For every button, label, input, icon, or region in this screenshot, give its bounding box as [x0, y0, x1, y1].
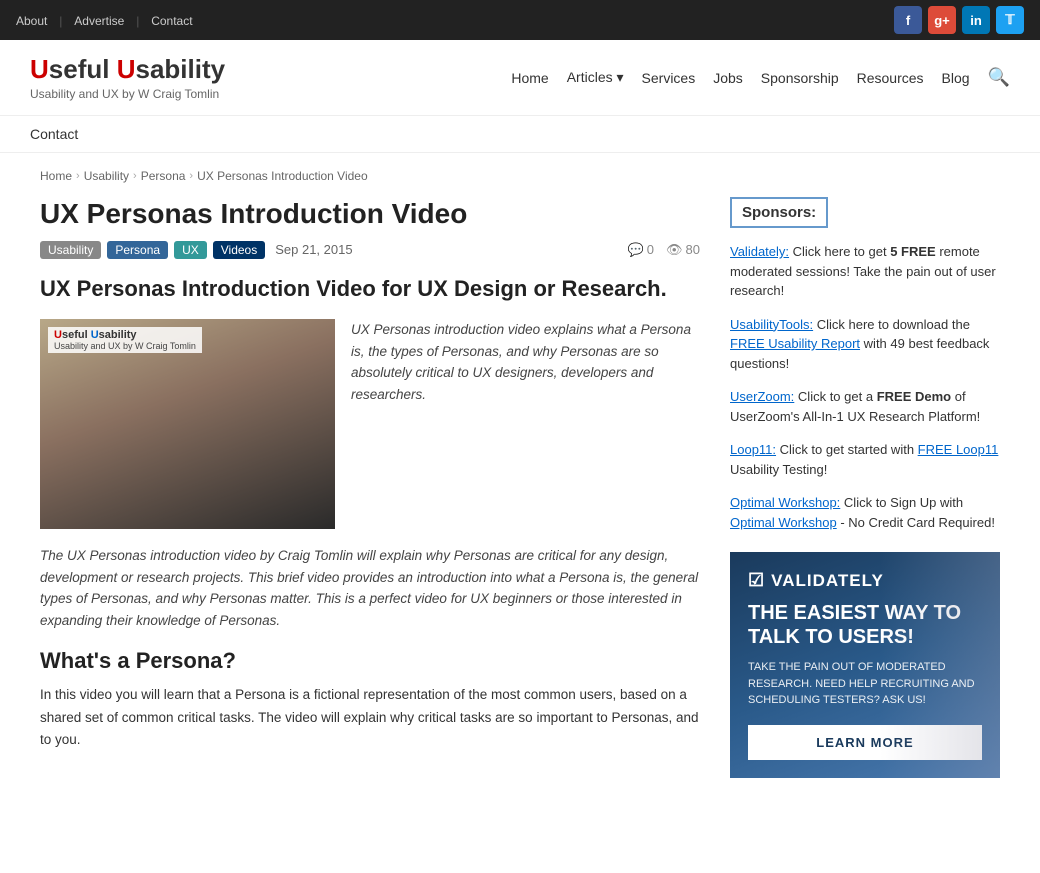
wm-sub: Usability and UX by W Craig Tomlin	[54, 341, 196, 351]
content-layout: UX Personas Introduction Video Usability…	[40, 197, 1000, 778]
sponsor-loop11-highlight[interactable]: FREE Loop11	[918, 442, 999, 457]
sponsor-optimalworkshop: Optimal Workshop: Click to Sign Up with …	[730, 493, 1000, 532]
sponsor-userzoom-highlight: FREE Demo	[877, 389, 951, 404]
tags-row: Usability Persona UX Videos Sep 21, 2015…	[40, 241, 700, 259]
top-bar-links: About | Advertise | Contact	[16, 12, 201, 28]
breadcrumb-usability[interactable]: Usability	[84, 169, 129, 183]
twitter-icon[interactable]: 𝕋	[996, 6, 1024, 34]
tag-videos[interactable]: Videos	[213, 241, 265, 259]
nav-sponsorship[interactable]: Sponsorship	[761, 70, 839, 86]
wm-u2: U	[91, 329, 99, 341]
tag-ux[interactable]: UX	[174, 241, 207, 259]
sponsor-userzoom-text1: Click to get a	[798, 389, 877, 404]
breadcrumb-persona[interactable]: Persona	[141, 169, 186, 183]
sponsor-userzoom-link[interactable]: UserZoom:	[730, 389, 794, 404]
linkedin-icon[interactable]: in	[962, 6, 990, 34]
views-meta: 👁 80	[666, 242, 700, 258]
contact-top-link[interactable]: Contact	[151, 14, 192, 28]
search-button[interactable]: 🔍	[988, 67, 1010, 88]
sponsor-loop11-link[interactable]: Loop11:	[730, 442, 776, 457]
article-paragraph-1: In this video you will learn that a Pers…	[40, 684, 700, 753]
sponsor-optimalworkshop-link[interactable]: Optimal Workshop:	[730, 495, 840, 510]
site-header: Useful Usability Usability and UX by W C…	[0, 40, 1040, 116]
ad-subtext: TAKE THE PAIN OUT OF MODERATED RESEARCH.…	[748, 659, 982, 709]
comments-meta: 💬 0	[628, 242, 654, 258]
wm-u1: U	[54, 329, 62, 341]
breadcrumb-sep2: ›	[133, 170, 137, 182]
article-title: UX Personas Introduction Video	[40, 197, 700, 231]
nav-services[interactable]: Services	[642, 70, 696, 86]
sponsor-usabilitytools-text1: Click here to download the	[817, 317, 970, 332]
article-image: Useful Usability Usability and UX by W C…	[40, 319, 335, 529]
breadcrumb-current: UX Personas Introduction Video	[197, 169, 368, 183]
sponsor-usabilitytools-highlight[interactable]: FREE Usability Report	[730, 336, 860, 351]
logo-title: Useful Usability	[30, 54, 290, 85]
nav-blog[interactable]: Blog	[942, 70, 970, 86]
breadcrumb-sep1: ›	[76, 170, 80, 182]
sponsor-optimalworkshop-highlight[interactable]: Optimal Workshop	[730, 515, 837, 530]
logo-area: Useful Usability Usability and UX by W C…	[30, 54, 290, 101]
sponsor-validately-link[interactable]: Validately:	[730, 244, 789, 259]
logo-u2: U	[117, 54, 136, 84]
article-intro-text: UX Personas introduction video explains …	[351, 319, 700, 529]
nav-articles[interactable]: Articles ▾	[567, 69, 624, 86]
breadcrumb: Home › Usability › Persona › UX Personas…	[40, 169, 1000, 183]
wm-seful: seful	[62, 329, 91, 341]
article-body-text: The UX Personas introduction video by Cr…	[40, 545, 700, 631]
tag-usability[interactable]: Usability	[40, 241, 101, 259]
main-wrapper: Home › Usability › Persona › UX Personas…	[20, 153, 1020, 794]
nav-resources[interactable]: Resources	[857, 70, 924, 86]
sponsor-optimalworkshop-text1: Click to Sign Up with	[844, 495, 963, 510]
tag-persona[interactable]: Persona	[107, 241, 168, 259]
sidebar: Sponsors: Validately: Click here to get …	[730, 197, 1000, 778]
logo-sability: sability	[135, 54, 225, 84]
article-subheading: UX Personas Introduction Video for UX De…	[40, 275, 700, 304]
nav-jobs[interactable]: Jobs	[713, 70, 743, 86]
article-section-heading: What's a Persona?	[40, 648, 700, 674]
advertise-link[interactable]: Advertise	[74, 14, 124, 28]
facebook-icon[interactable]: f	[894, 6, 922, 34]
breadcrumb-home[interactable]: Home	[40, 169, 72, 183]
sep2: |	[136, 14, 139, 28]
googleplus-icon[interactable]: g+	[928, 6, 956, 34]
sponsor-validately-text1: Click here to get	[793, 244, 891, 259]
sponsor-loop11-text2: Usability Testing!	[730, 462, 827, 477]
ad-box: ☑ VALIDATELY THE EASIEST WAY TO TALK TO …	[730, 552, 1000, 778]
about-link[interactable]: About	[16, 14, 47, 28]
nav-articles-arrow: ▾	[617, 69, 624, 85]
wm-sability: sability	[99, 329, 137, 341]
sponsor-validately-highlight: 5 FREE	[890, 244, 936, 259]
sponsor-validately: Validately: Click here to get 5 FREE rem…	[730, 242, 1000, 301]
article-intro: Useful Usability Usability and UX by W C…	[40, 319, 700, 529]
article-date: Sep 21, 2015	[275, 242, 352, 257]
breadcrumb-sep3: ›	[189, 170, 193, 182]
main-nav: Home Articles ▾ Services Jobs Sponsorshi…	[290, 67, 1010, 88]
nav-home[interactable]: Home	[511, 70, 548, 86]
secondary-nav: Contact	[0, 116, 1040, 153]
ad-brand-label: VALIDATELY	[771, 571, 884, 591]
ad-checkmark-icon: ☑	[748, 570, 765, 591]
sponsors-heading: Sponsors:	[730, 197, 828, 228]
nav-articles-label: Articles	[567, 69, 613, 85]
sep1: |	[59, 14, 62, 28]
main-content: UX Personas Introduction Video Usability…	[40, 197, 700, 778]
image-watermark: Useful Usability Usability and UX by W C…	[48, 327, 202, 353]
sponsor-usabilitytools-link[interactable]: UsabilityTools:	[730, 317, 813, 332]
logo-seful: seful	[49, 54, 117, 84]
sponsor-optimalworkshop-text2: - No Credit Card Required!	[840, 515, 995, 530]
sponsor-usabilitytools: UsabilityTools: Click here to download t…	[730, 315, 1000, 374]
logo-subtitle: Usability and UX by W Craig Tomlin	[30, 87, 290, 101]
social-icons: f g+ in 𝕋	[894, 6, 1024, 34]
top-bar: About | Advertise | Contact f g+ in 𝕋	[0, 0, 1040, 40]
article-meta: 💬 0 👁 80	[628, 242, 700, 258]
sponsor-userzoom: UserZoom: Click to get a FREE Demo of Us…	[730, 387, 1000, 426]
logo-u1: U	[30, 54, 49, 84]
secondary-nav-contact[interactable]: Contact	[30, 126, 78, 142]
article-image-box: Useful Usability Usability and UX by W C…	[40, 319, 335, 529]
sponsor-loop11-text1: Click to get started with	[780, 442, 918, 457]
sponsor-loop11: Loop11: Click to get started with FREE L…	[730, 440, 1000, 479]
